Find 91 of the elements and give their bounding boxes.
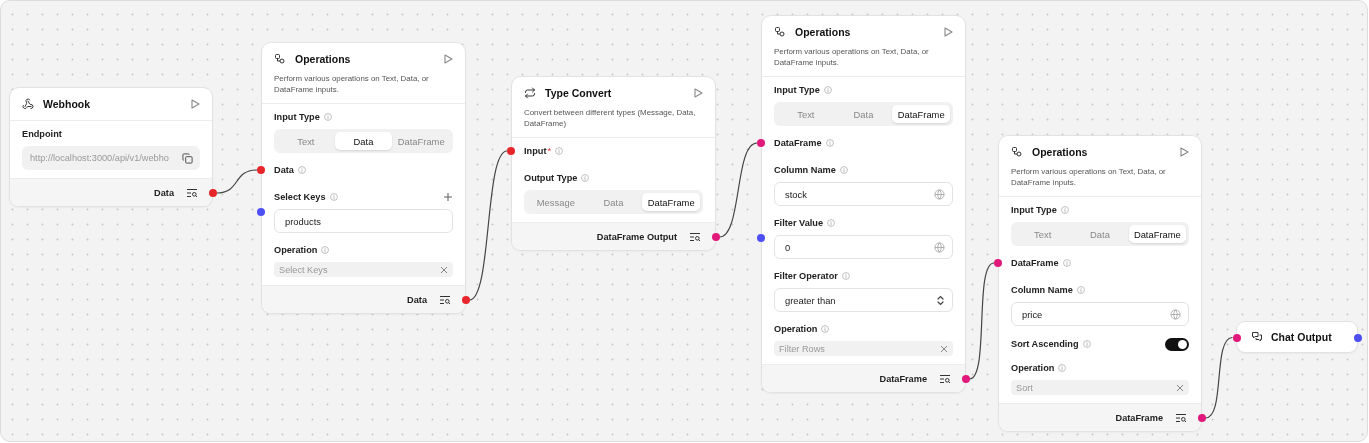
play-icon[interactable] [444,54,453,64]
text-input[interactable]: stock [774,182,953,206]
operation-chip[interactable]: Select Keys [274,262,453,277]
webhook-icon [22,98,34,110]
shapes-icon [774,26,786,38]
swap-arrows-icon [524,87,536,99]
copy-icon[interactable] [182,152,193,164]
port-dot[interactable] [994,259,1002,267]
output-label: DataFrame [879,373,927,384]
connector-line [215,169,258,194]
list-search-icon[interactable] [1175,412,1187,423]
shapes-icon [274,53,286,65]
list-search-icon[interactable] [439,294,451,305]
plus-icon[interactable] [443,192,453,202]
port-dot[interactable] [461,296,470,304]
output-label: Data [154,187,174,198]
node-title: Chat Output [1271,331,1333,343]
node-title: Operations [1032,146,1089,158]
node-title: Operations [295,53,352,65]
field-label: Input Type [274,112,320,122]
list-search-icon[interactable] [689,231,701,242]
required-mark: * [547,146,552,156]
field-label: Column Name [1011,285,1073,295]
output-label: Data [407,294,427,305]
field-label: Data [274,165,294,175]
chat-bubbles-icon [1251,331,1263,343]
play-icon[interactable] [191,99,200,109]
field-label: Operation [1011,363,1055,373]
dropdown-select[interactable]: greater than [774,288,953,312]
port-dot[interactable] [961,375,970,383]
field-label: Output Type [524,173,578,183]
field-label: Operation [774,324,818,334]
port-dot[interactable] [1197,414,1206,422]
segment-option[interactable]: DataFrame [642,193,700,211]
segment-option[interactable]: Text [277,132,335,150]
field-label: Select Keys [274,192,326,202]
globe-icon[interactable] [934,241,945,253]
close-icon[interactable] [940,344,948,353]
operation-chip[interactable]: Sort [1011,380,1189,395]
field-label: Operation [274,245,318,255]
field-label: Sort Ascending [1011,339,1079,349]
operation-chip[interactable]: Filter Rows [774,341,953,356]
text-input[interactable]: products [274,209,453,233]
play-icon[interactable] [694,88,703,98]
segment-option[interactable]: Data [1071,225,1129,243]
play-icon[interactable] [1180,147,1189,157]
segment-option[interactable]: DataFrame [392,132,450,150]
field-label: Filter Value [774,218,824,228]
shapes-icon [1011,146,1023,158]
port-dot[interactable] [257,166,265,174]
field-label: Input Type [774,85,820,95]
segment-option[interactable]: Data [834,105,893,123]
field-label: Filter Operator [774,271,838,281]
list-search-icon[interactable] [939,373,951,384]
segment-option[interactable]: Message [527,193,585,211]
close-icon[interactable] [1176,383,1184,392]
toggle-switch[interactable] [1165,337,1189,351]
port-dot[interactable] [711,233,720,241]
port-dot[interactable] [257,208,265,216]
output-label: DataFrame Output [596,231,677,242]
globe-icon[interactable] [1170,308,1181,320]
chevron-updown-icon [936,294,945,306]
node-title: Webhook [43,98,92,110]
field-label: Column Name [774,165,836,175]
close-icon[interactable] [440,265,448,274]
endpoint-field[interactable]: http://localhost:3000/api/v1/webho [22,146,200,170]
text-input[interactable]: 0 [774,235,953,259]
output-label: DataFrame [1115,412,1163,423]
port-dot[interactable] [507,147,515,155]
globe-icon[interactable] [934,188,945,200]
play-icon[interactable] [944,27,953,37]
segment-option[interactable]: DataFrame [892,105,950,123]
field-label: DataFrame [774,138,822,148]
node-title: Type Convert [545,87,613,99]
port-dot[interactable] [1232,333,1241,342]
field-label: Input Type [1011,205,1057,215]
field-label: Input [524,146,547,156]
port-dot[interactable] [757,234,765,242]
node-title: Operations [795,26,852,38]
field-label: Endpoint [22,129,62,139]
text-input[interactable]: price [1011,302,1189,326]
port-dot[interactable] [208,189,217,197]
segment-option[interactable]: Data [584,193,643,211]
segment-option[interactable]: DataFrame [1128,225,1186,243]
port-dot[interactable] [757,139,765,147]
segment-option[interactable]: Text [777,105,835,123]
port-dot[interactable] [1353,333,1362,342]
segment-option[interactable]: Data [334,132,393,150]
field-label: DataFrame [1011,258,1059,268]
segment-option[interactable]: Text [1014,225,1072,243]
list-search-icon[interactable] [186,187,198,198]
